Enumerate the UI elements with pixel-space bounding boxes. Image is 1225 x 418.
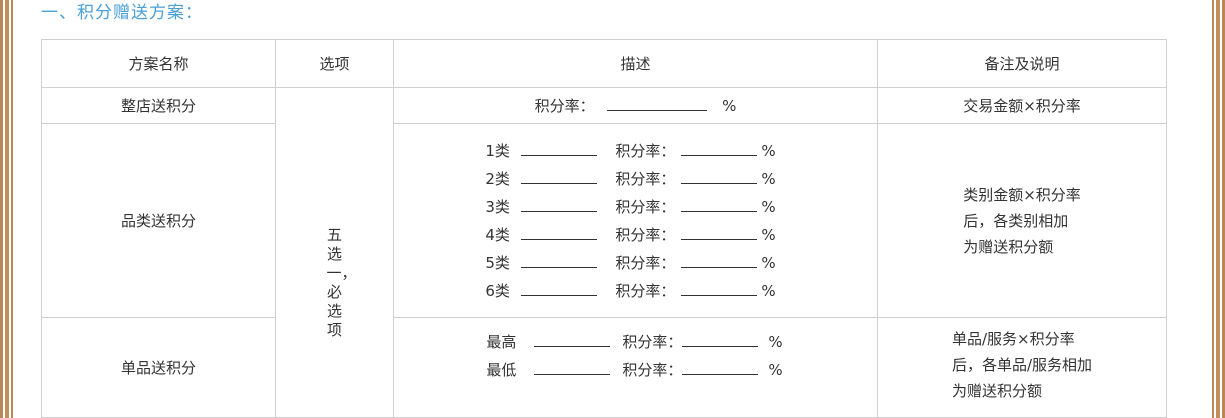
table-row-shop: 整店送积分 五选一，必选项 积分率： % 交易金额×积分率 — [41, 87, 1167, 418]
category-label: 2类 — [485, 169, 510, 188]
category-amount-input[interactable] — [521, 253, 598, 268]
category-rate-input[interactable] — [681, 281, 758, 296]
points-plan-table: 方案名称 选项 描述 备注及说明 整店送积分 五选一，必选项 积分率： % 交易… — [41, 39, 1167, 418]
note-line: 后，各类别相加 — [963, 211, 1069, 230]
category-percent-sign: % — [761, 281, 776, 300]
category-percent-sign: % — [761, 169, 776, 188]
header-plan-name: 方案名称 — [41, 39, 276, 88]
section-title: 一、积分赠送方案： — [41, 3, 203, 23]
category-line: 4类 积分率：% — [485, 221, 775, 249]
category-rate-input[interactable] — [681, 253, 758, 268]
single-percent-sign: % — [768, 361, 783, 379]
single-rate-input[interactable] — [682, 360, 759, 375]
table-header-row: 方案名称 选项 描述 备注及说明 — [41, 39, 1167, 88]
category-label: 5类 — [485, 253, 510, 272]
shop-percent-sign: % — [722, 97, 737, 115]
category-amount-input[interactable] — [521, 197, 598, 212]
category-percent-sign: % — [761, 253, 776, 272]
header-option: 选项 — [275, 39, 394, 88]
note-line: 类别金额×积分率 — [963, 185, 1081, 204]
category-rate-label: 积分率： — [615, 253, 676, 272]
table-row-single: 单品送积分 最高 积分率：% 最低 积分率：% 单品/服务×积分率 后，各单品/服务… — [41, 317, 1167, 418]
single-description: 最高 积分率：% 最低 积分率：% — [393, 317, 878, 418]
category-note: 类别金额×积分率 后，各类别相加 为赠送积分额 — [877, 123, 1167, 318]
category-label: 1类 — [485, 141, 510, 160]
category-amount-input[interactable] — [521, 225, 598, 240]
table-row-category: 品类送积分 1类 积分率：% 2类 积分率：% 3类 积分率：% 4类 积分率：% 5类… — [41, 123, 1167, 318]
category-label: 6类 — [485, 281, 510, 300]
category-rate-input[interactable] — [681, 141, 758, 156]
single-rate-label: 积分率： — [622, 361, 683, 379]
single-percent-sign: % — [768, 333, 783, 351]
single-rate-input[interactable] — [682, 332, 759, 347]
shop-description: 积分率： % — [393, 87, 878, 124]
single-label: 最低 — [486, 361, 517, 379]
category-note-text: 类别金额×积分率 后，各类别相加 为赠送积分额 — [963, 182, 1081, 260]
category-line: 1类 积分率：% — [485, 137, 775, 165]
single-note-text: 单品/服务×积分率 后，各单品/服务相加 为赠送积分额 — [952, 326, 1092, 404]
category-percent-sign: % — [761, 141, 776, 160]
category-rate-label: 积分率： — [615, 197, 676, 216]
shop-note: 交易金额×积分率 — [877, 87, 1167, 124]
single-line: 最高 积分率：% — [486, 328, 782, 356]
option-cell: 五选一，必选项 — [275, 87, 394, 418]
category-rate-label: 积分率： — [615, 225, 676, 244]
single-line: 最低 积分率：% — [486, 356, 782, 384]
note-line: 后，各单品/服务相加 — [951, 356, 1093, 374]
category-lines: 1类 积分率：% 2类 积分率：% 3类 积分率：% 4类 积分率：% 5类 积分率：% … — [485, 137, 775, 305]
single-amount-input[interactable] — [534, 332, 611, 347]
category-line: 3类 积分率：% — [485, 193, 775, 221]
category-line: 5类 积分率：% — [485, 249, 775, 277]
category-rate-label: 积分率： — [615, 141, 676, 160]
category-percent-sign: % — [761, 225, 776, 244]
shop-rate-label: 积分率： — [534, 97, 595, 115]
single-note: 单品/服务×积分率 后，各单品/服务相加 为赠送积分额 — [877, 317, 1167, 418]
category-line: 6类 积分率：% — [485, 277, 775, 305]
right-decorative-border — [1209, 0, 1225, 418]
note-line: 单品/服务×积分率 — [951, 330, 1075, 348]
note-line: 为赠送积分额 — [951, 382, 1042, 400]
category-rate-label: 积分率： — [615, 169, 676, 188]
header-notes: 备注及说明 — [877, 39, 1167, 88]
left-decorative-border — [0, 0, 16, 418]
category-rate-label: 积分率： — [615, 281, 676, 300]
category-label: 3类 — [485, 197, 510, 216]
category-rate-input[interactable] — [681, 169, 758, 184]
category-line: 2类 积分率：% — [485, 165, 775, 193]
single-amount-input[interactable] — [534, 360, 611, 375]
shop-rate-input[interactable] — [607, 96, 708, 111]
option-text: 五选一，必选项 — [326, 225, 357, 339]
category-percent-sign: % — [761, 197, 776, 216]
category-amount-input[interactable] — [521, 281, 598, 296]
shop-plan-name: 整店送积分 — [41, 87, 276, 124]
category-rate-input[interactable] — [681, 197, 758, 212]
category-description: 1类 积分率：% 2类 积分率：% 3类 积分率：% 4类 积分率：% 5类 积分率：% … — [393, 123, 878, 318]
category-amount-input[interactable] — [521, 169, 598, 184]
single-rate-label: 积分率： — [622, 333, 683, 351]
category-amount-input[interactable] — [521, 141, 598, 156]
category-label: 4类 — [485, 225, 510, 244]
single-lines: 最高 积分率：% 最低 积分率：% — [486, 328, 782, 384]
category-plan-name: 品类送积分 — [41, 123, 276, 318]
single-plan-name: 单品送积分 — [41, 317, 276, 418]
note-line: 为赠送积分额 — [963, 237, 1054, 256]
header-description: 描述 — [393, 39, 878, 88]
category-rate-input[interactable] — [681, 225, 758, 240]
single-label: 最高 — [486, 333, 517, 351]
